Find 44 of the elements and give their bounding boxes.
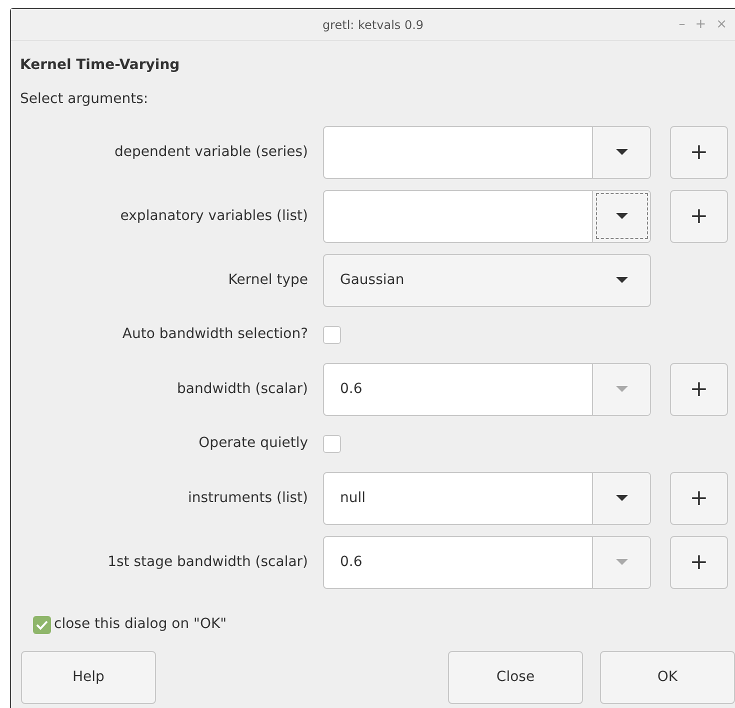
help-button[interactable]: Help [21,651,156,704]
add-button[interactable]: + [670,472,728,524]
field-label: Auto bandwidth selection? [121,325,308,344]
combo-box[interactable] [323,190,651,242]
field-label: bandwidth (scalar) [176,380,308,398]
field-label: Kernel type [227,270,308,290]
caret-icon [616,276,628,284]
combo-box[interactable]: null [323,472,651,524]
checkbox-label: close this dialog on "OK" [54,615,227,634]
checkbox[interactable] [323,326,341,344]
dropdown-button[interactable] [592,126,650,178]
dropdown-button[interactable] [592,364,650,414]
field-value: null [340,488,366,508]
checkbox[interactable] [323,434,341,452]
dropdown-button[interactable] [592,536,650,588]
caret-icon [616,386,628,392]
dropdown-button[interactable] [592,472,650,524]
add-button[interactable]: + [670,536,728,588]
caret-icon [616,148,628,156]
add-button[interactable]: + [670,126,728,178]
field-label: explanatory variables (list) [119,206,308,226]
add-button[interactable]: + [670,362,728,416]
checkbox[interactable] [33,616,51,634]
prompt-text: Select arguments: [20,90,150,109]
field-value: 0.6 [340,380,362,398]
dropdown[interactable]: Gaussian [323,254,651,306]
dialog-heading: Kernel Time-Varying [20,56,181,75]
window-title: gretl: ketvals 0.9 [322,16,424,34]
field-label: instruments (list) [186,488,308,508]
dropdown-button[interactable] [592,190,650,242]
close-button[interactable]: Close [448,651,583,704]
ok-button[interactable]: OK [600,651,735,704]
combo-box[interactable]: 0.6 [323,536,651,588]
field-label: 1st stage bandwidth (scalar) [106,552,308,572]
caret-icon [616,494,628,502]
combo-box[interactable]: 0.6 [323,362,651,416]
field-label: dependent variable (series) [114,142,308,162]
caret-icon [616,558,628,566]
check-icon [36,620,48,630]
field-value: 0.6 [340,552,362,572]
caret-icon [616,212,628,220]
combo-box[interactable] [323,126,651,178]
field-label: Operate quietly [198,434,308,453]
add-button[interactable]: + [670,190,728,242]
